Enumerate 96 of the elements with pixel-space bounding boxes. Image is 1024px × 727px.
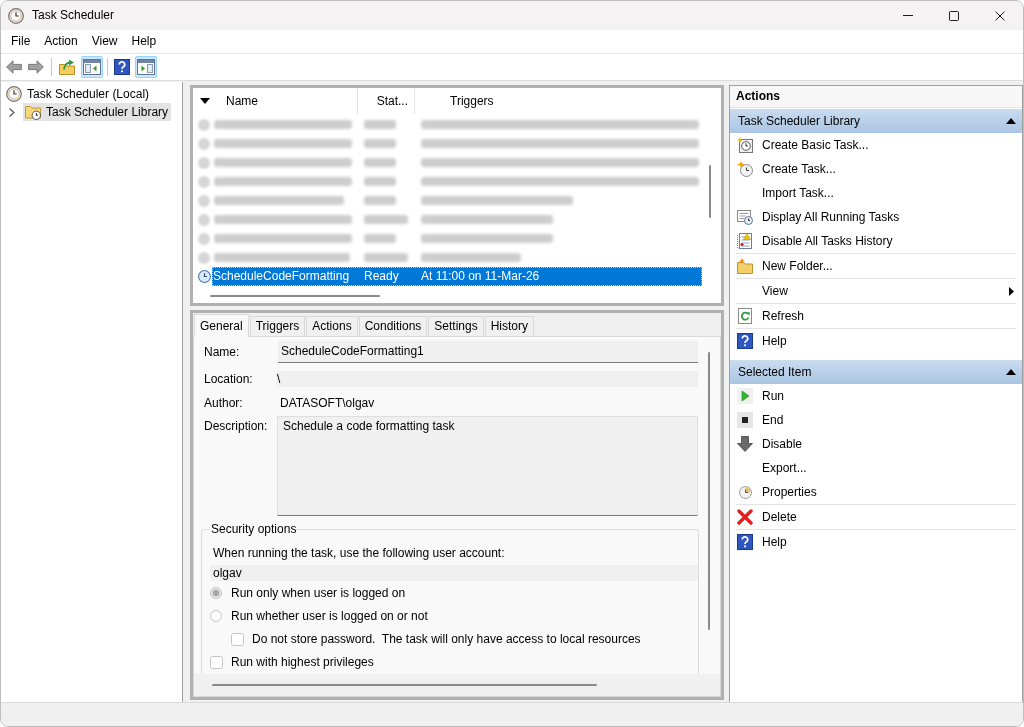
minimize-icon xyxy=(903,15,913,16)
account-label: When running the task, use the following user account: xyxy=(213,546,505,560)
field-label: Location: xyxy=(204,371,253,386)
command-item[interactable]: Display All Running Tasks xyxy=(730,205,1022,229)
command-item[interactable]: Import Task... xyxy=(730,181,1022,205)
tab[interactable]: Actions xyxy=(306,316,358,336)
clock-icon xyxy=(737,161,753,177)
clock-icon xyxy=(6,86,22,102)
window-title: Task Scheduler xyxy=(32,8,115,23)
tab[interactable]: History xyxy=(484,316,535,336)
section-header[interactable]: Task Scheduler Library xyxy=(730,109,1022,133)
help-icon xyxy=(737,534,753,550)
back-arrow-icon xyxy=(6,59,22,75)
toolbar-button[interactable] xyxy=(135,56,157,78)
command-item[interactable]: Disable All Tasks History xyxy=(730,229,1022,253)
refresh-icon xyxy=(737,308,753,324)
sort-arrow-icon xyxy=(200,98,210,104)
play-icon xyxy=(737,388,753,404)
menu-item[interactable]: View xyxy=(84,32,125,51)
scrollbar-thumb[interactable] xyxy=(709,165,711,218)
tab[interactable]: Triggers xyxy=(249,316,306,336)
text-area[interactable]: Schedule a code formatting task xyxy=(277,416,698,516)
scrollbar-thumb[interactable] xyxy=(708,352,710,630)
menu-item[interactable]: Action xyxy=(37,32,85,51)
group-title: Security options xyxy=(210,522,298,537)
close-icon xyxy=(995,10,1005,21)
folder-arrow-icon xyxy=(59,59,75,75)
field-label: Name: xyxy=(204,344,240,359)
menu-item[interactable]: Help xyxy=(124,32,164,51)
menu-item[interactable]: File xyxy=(4,32,38,51)
folder-clock-icon xyxy=(25,104,41,120)
tree-item[interactable]: Task Scheduler Library xyxy=(23,103,172,121)
command-item[interactable]: Create Task... xyxy=(730,157,1022,181)
command-item[interactable]: Export... xyxy=(730,456,1022,480)
window-clock-icon xyxy=(737,209,753,225)
column-header[interactable]: Triggers xyxy=(414,88,721,114)
down-arrow-icon xyxy=(737,436,753,452)
list-row[interactable]: ScheduleCodeFormatting Ready At 11:00 on 11-Mar-26 xyxy=(212,267,702,286)
command-item[interactable]: Run xyxy=(730,384,1022,408)
option-label: Do not store password. The task will only have access to local resources xyxy=(252,631,641,646)
help-button[interactable] xyxy=(113,56,131,78)
radio-button[interactable] xyxy=(210,610,222,622)
section-header[interactable]: Selected Item xyxy=(730,360,1022,384)
help-icon xyxy=(737,333,753,349)
clock-window-icon xyxy=(737,137,753,153)
notepad-icon xyxy=(737,233,753,249)
field-label: Description: xyxy=(204,419,268,433)
command-item[interactable]: Refresh xyxy=(730,304,1022,328)
table-cell-text: At 11:00 on 11-Mar-26 xyxy=(420,269,541,284)
forward-arrow-icon xyxy=(28,59,44,75)
text-field[interactable]: ScheduleCodeFormatting1 xyxy=(278,341,698,363)
column-header[interactable]: Name xyxy=(193,88,357,114)
cross-icon xyxy=(737,509,753,525)
submenu-arrow-icon xyxy=(1009,286,1014,296)
toolbar-button[interactable] xyxy=(81,56,103,78)
radio-button[interactable] xyxy=(210,587,222,599)
option-label: Run whether user is logged on or not xyxy=(231,608,428,623)
collapse-arrow-icon[interactable] xyxy=(1006,118,1016,124)
window-panel-icon xyxy=(137,59,155,75)
account-field: olgav xyxy=(210,565,698,581)
option-label: Run only when user is logged on xyxy=(231,585,406,600)
tab[interactable]: Conditions xyxy=(358,316,428,336)
clock-icon xyxy=(8,7,24,24)
checkbox[interactable] xyxy=(210,655,223,669)
tab[interactable]: Settings xyxy=(428,316,484,336)
command-item[interactable]: Create Basic Task... xyxy=(730,133,1022,157)
command-item[interactable]: Help xyxy=(730,530,1022,554)
expand-chevron-icon[interactable] xyxy=(9,107,15,117)
text-field[interactable]: \ xyxy=(276,371,698,387)
maximize-icon xyxy=(949,10,959,21)
scrollbar-thumb[interactable] xyxy=(210,295,380,297)
tab[interactable]: General xyxy=(194,314,249,337)
table-cell-text: ScheduleCodeFormatting xyxy=(212,269,351,284)
folder-icon xyxy=(737,258,753,274)
option-label: Run with highest privileges xyxy=(231,654,374,669)
command-item[interactable]: End xyxy=(730,408,1022,432)
command-item[interactable]: New Folder... xyxy=(730,254,1022,278)
collapse-arrow-icon[interactable] xyxy=(1006,369,1016,375)
table-cell-text: Ready xyxy=(363,269,400,284)
scrollbar-thumb[interactable] xyxy=(212,684,597,686)
window-panel-icon xyxy=(83,59,101,75)
help-icon xyxy=(114,59,130,75)
column-header[interactable]: Stat... xyxy=(357,88,414,114)
clock-icon xyxy=(738,485,752,499)
field-label: Author: xyxy=(204,395,243,410)
checkbox[interactable] xyxy=(231,632,244,646)
command-item[interactable]: Disable xyxy=(730,432,1022,456)
field-value: DATASOFT\olgav xyxy=(280,395,375,411)
command-item[interactable]: Delete xyxy=(730,505,1022,529)
clock-icon xyxy=(198,270,211,283)
tree-item[interactable]: Task Scheduler (Local) xyxy=(6,85,153,103)
command-item[interactable]: View xyxy=(730,279,1022,303)
stop-icon xyxy=(737,412,753,428)
command-item[interactable]: Properties xyxy=(730,480,1022,504)
pane-title: Actions xyxy=(736,89,780,104)
command-item[interactable]: Help xyxy=(730,329,1022,353)
